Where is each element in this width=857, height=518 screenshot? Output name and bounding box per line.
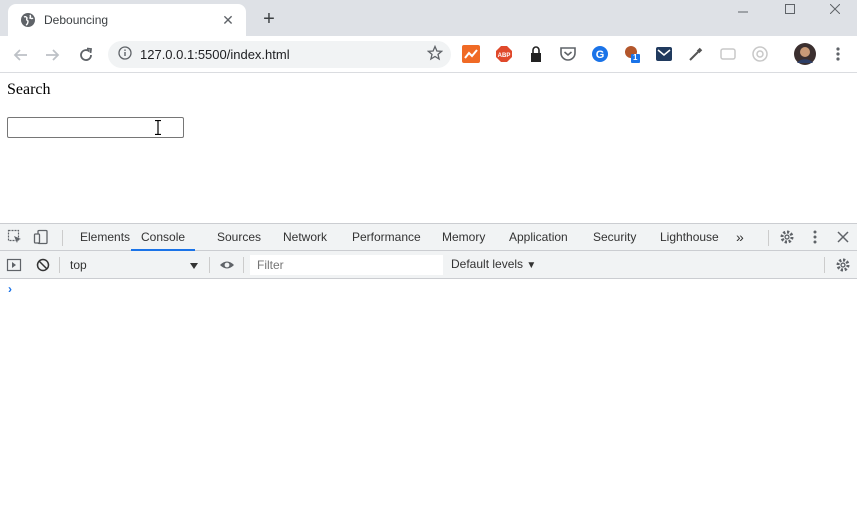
- console-settings-gear-icon[interactable]: [835, 257, 851, 273]
- devtools-menu-icon[interactable]: [807, 229, 823, 245]
- toolbar-divider: [824, 257, 825, 273]
- search-label: Search: [7, 81, 51, 98]
- toolbar-divider: [768, 230, 769, 246]
- clear-console-icon[interactable]: [35, 257, 51, 273]
- svg-text:G: G: [596, 49, 605, 61]
- grammarly-icon[interactable]: G: [591, 45, 609, 63]
- context-selector[interactable]: top: [64, 255, 204, 275]
- adblock-plus-icon[interactable]: ABP: [495, 45, 513, 63]
- browser-toolbar: 127.0.0.1:5500/index.html ABP G 1: [0, 36, 857, 73]
- toolbar-divider: [243, 257, 244, 273]
- text-cursor-icon: [153, 119, 163, 136]
- tab-application[interactable]: Application: [509, 224, 568, 251]
- notification-extension-icon[interactable]: 1: [623, 45, 641, 63]
- device-toolbar-icon[interactable]: [33, 229, 49, 245]
- tab-close-icon[interactable]: ✕: [220, 12, 236, 28]
- tab-console[interactable]: Console: [131, 224, 196, 251]
- devtools-panel: Elements Console Sources Network Perform…: [0, 223, 857, 518]
- maximize-icon[interactable]: [768, 0, 812, 18]
- back-icon[interactable]: [9, 43, 33, 67]
- analytics-extension-icon[interactable]: [462, 45, 480, 63]
- profile-avatar[interactable]: [794, 43, 816, 65]
- extension-badge: 1: [633, 53, 638, 62]
- lock-extension-icon[interactable]: [527, 45, 545, 63]
- settings-gear-icon[interactable]: [779, 229, 795, 245]
- console-filter-input[interactable]: [250, 255, 443, 275]
- devtools-tab-bar: Elements Console Sources Network Perform…: [0, 224, 857, 251]
- tab-lighthouse[interactable]: Lighthouse: [660, 224, 719, 251]
- tab-elements[interactable]: Elements: [80, 224, 130, 251]
- svg-text:ABP: ABP: [498, 53, 511, 59]
- forward-icon[interactable]: [40, 43, 64, 67]
- toolbar-divider: [209, 257, 210, 273]
- dropdown-arrow-icon: [190, 258, 198, 272]
- browser-menu-icon[interactable]: [829, 45, 847, 63]
- window-close-icon[interactable]: [813, 0, 857, 18]
- log-levels-dropdown[interactable]: Default levels ▼: [451, 257, 536, 271]
- new-tab-button[interactable]: +: [258, 8, 280, 30]
- console-prompt[interactable]: ›: [8, 282, 12, 296]
- reload-icon[interactable]: [74, 43, 98, 67]
- context-value: top: [70, 258, 87, 272]
- target-icon[interactable]: [751, 45, 769, 63]
- console-toolbar: top Default levels ▼: [0, 251, 857, 279]
- live-expression-eye-icon[interactable]: [219, 257, 235, 273]
- minimize-icon[interactable]: [721, 0, 765, 18]
- tab-strip: Debouncing ✕ +: [0, 0, 857, 36]
- tab-network[interactable]: Network: [283, 224, 327, 251]
- tab-performance[interactable]: Performance: [352, 224, 421, 251]
- eyedropper-icon[interactable]: [687, 45, 705, 63]
- inspect-element-icon[interactable]: [7, 229, 23, 245]
- tab-title: Debouncing: [44, 13, 109, 27]
- globe-icon: [20, 12, 36, 28]
- site-info-icon[interactable]: [118, 46, 132, 63]
- show-sidebar-icon[interactable]: [6, 257, 22, 273]
- ublock-icon[interactable]: [719, 45, 737, 63]
- address-bar[interactable]: 127.0.0.1:5500/index.html: [108, 41, 451, 68]
- tab-memory[interactable]: Memory: [442, 224, 485, 251]
- url-text: 127.0.0.1:5500/index.html: [140, 47, 290, 62]
- log-levels-label: Default levels: [451, 257, 524, 271]
- tab-security[interactable]: Security: [593, 224, 636, 251]
- tab-sources[interactable]: Sources: [217, 224, 261, 251]
- browser-tab[interactable]: Debouncing ✕: [8, 4, 246, 36]
- bookmark-star-icon[interactable]: [426, 44, 444, 64]
- pocket-icon[interactable]: [559, 45, 577, 63]
- more-tabs-icon[interactable]: »: [736, 229, 744, 245]
- toolbar-divider: [59, 257, 60, 273]
- toolbar-divider: [62, 230, 63, 246]
- devtools-close-icon[interactable]: [835, 229, 851, 245]
- dropdown-arrow-icon: ▼: [526, 260, 537, 271]
- mail-extension-icon[interactable]: [655, 45, 673, 63]
